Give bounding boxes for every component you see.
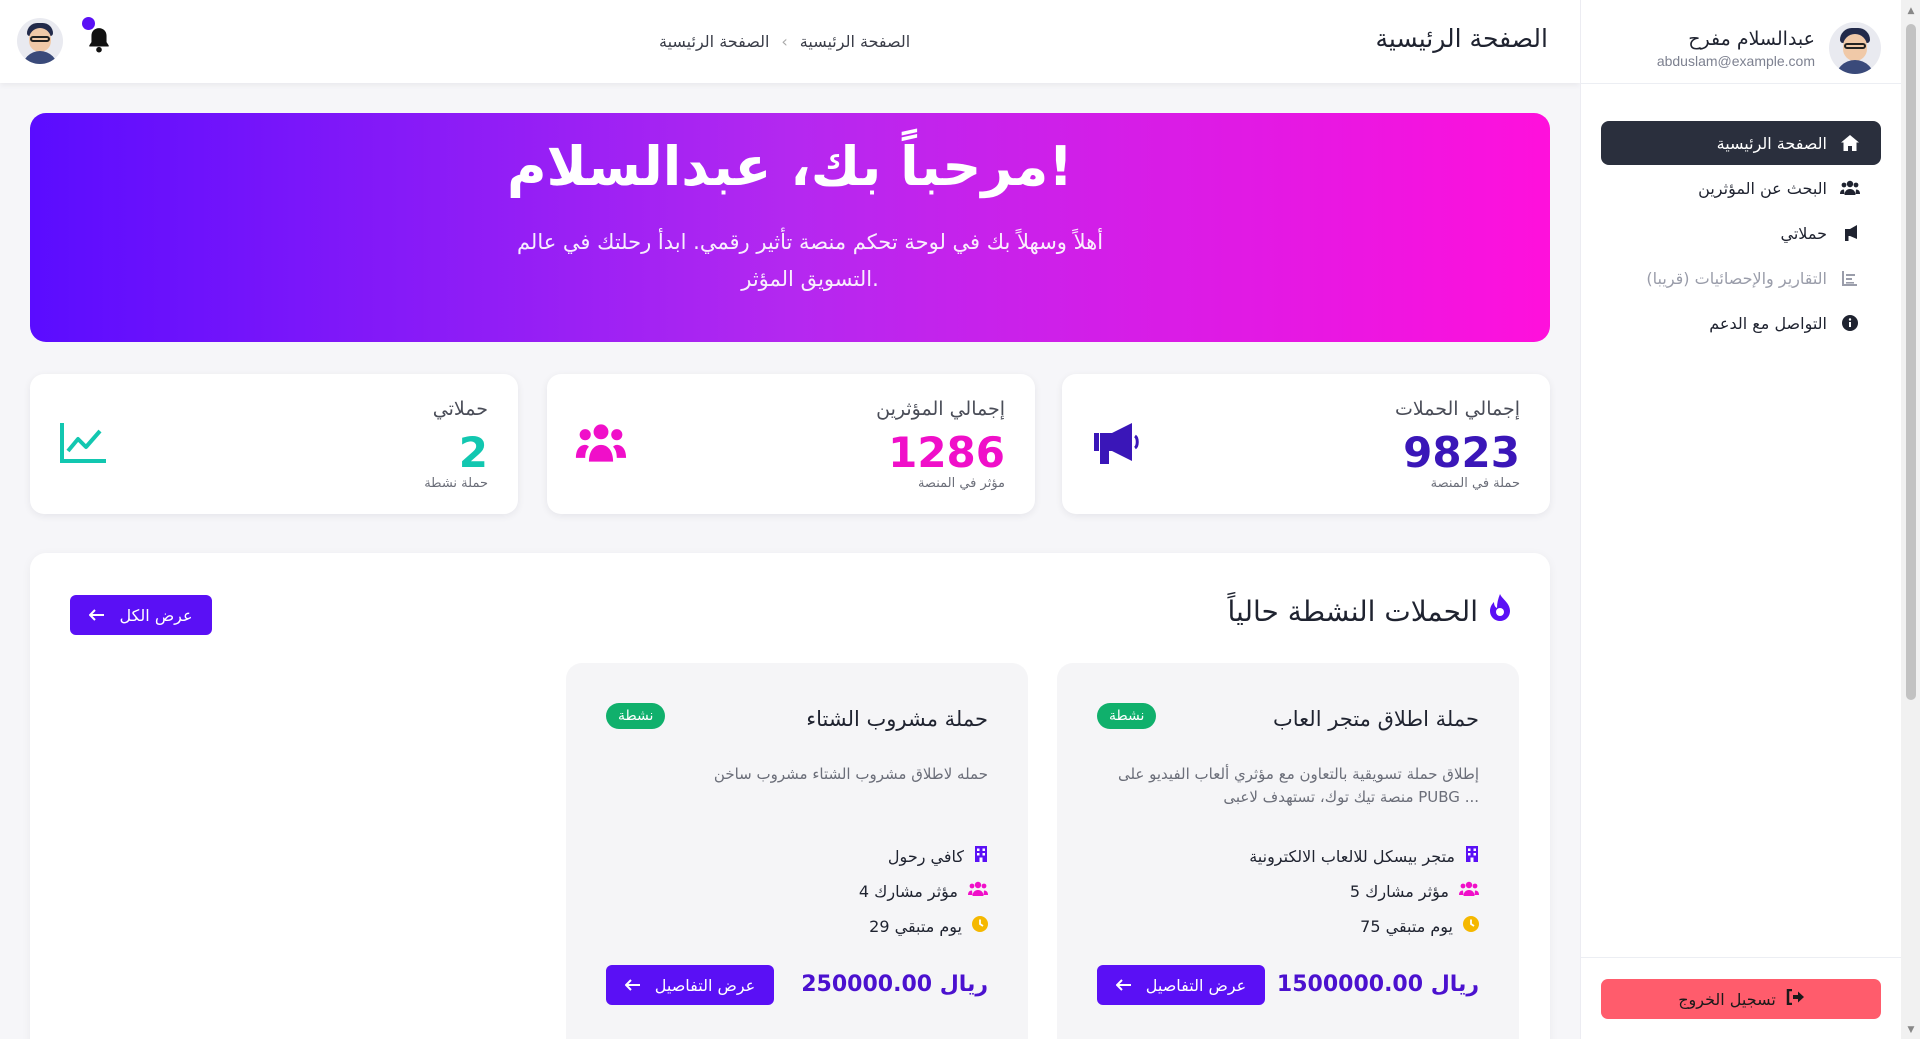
welcome-banner: مرحباً بك، عبدالسلام! أهلاً وسهلاً بك في… [30, 113, 1550, 342]
stat-label: إجمالي المؤثرين [876, 398, 1005, 420]
campaign-card[interactable]: حملة اطلاق متجر العاب نشطة إطلاق حملة تس… [1057, 663, 1519, 1039]
welcome-title: مرحباً بك، عبدالسلام! [506, 135, 1073, 198]
user-name: عبدالسلام مفرح [1688, 27, 1815, 50]
megaphone-icon [1839, 222, 1861, 244]
home-icon [1839, 132, 1861, 154]
stat-value: 1286 [888, 428, 1005, 477]
scroll-thumb[interactable] [1906, 24, 1916, 700]
stat-value: 2 [458, 428, 488, 477]
campaign-title: حملة اطلاق متجر العاب [1273, 707, 1479, 731]
bell-icon[interactable] [86, 26, 112, 54]
arrow-left-icon [624, 976, 641, 995]
sidebar-nav: الصفحة الرئيسية البحث عن المؤثرين حملاتي… [1601, 121, 1881, 346]
megaphone-icon [1094, 423, 1139, 464]
sidebar: عبدالسلام مفرح abduslam@example.com الصف… [1580, 0, 1901, 1039]
view-details-button[interactable]: عرض التفاصيل [1097, 965, 1265, 1005]
logout-button[interactable]: تسجيل الخروج [1601, 979, 1881, 1019]
line-chart-icon [60, 423, 106, 463]
campaign-description: حمله لاطلاق مشروب الشتاء مشروب ساخن [713, 765, 988, 783]
logout-label: تسجيل الخروج [1678, 989, 1776, 1009]
clock-icon [1463, 916, 1479, 936]
campaign-days-left: 75 يوم متبقي [1360, 916, 1479, 936]
stat-card-my-campaigns: حملاتي 2 حملة نشطة [30, 374, 518, 514]
chart-icon [1839, 267, 1861, 289]
campaign-brand: كافي رحول [888, 846, 988, 866]
breadcrumb-item: الصفحة الرئيسية [659, 32, 770, 51]
stat-sub: مؤثر في المنصة [917, 476, 1005, 491]
avatar [1829, 22, 1881, 74]
sidebar-item-label: التقارير والإحصائيات (قريبا) [1646, 268, 1827, 288]
logout-icon [1786, 988, 1804, 1009]
stat-sub: حملة نشطة [424, 476, 488, 491]
arrow-left-icon [1115, 976, 1132, 995]
campaign-influencers: 5 مؤثر مشارك [1350, 881, 1479, 901]
sidebar-item-label: حملاتي [1780, 223, 1827, 243]
scroll-up-icon[interactable]: ▲ [1906, 6, 1916, 16]
stat-card-total-campaigns: إجمالي الحملات 9823 حملة في المنصة [1062, 374, 1550, 514]
page-title: الصفحة الرئيسية [1375, 24, 1549, 53]
clock-icon [972, 916, 988, 936]
fire-icon [1488, 594, 1512, 629]
users-icon [968, 881, 988, 901]
user-email: abduslam@example.com [1656, 52, 1815, 69]
scroll-down-icon[interactable]: ▼ [1906, 1025, 1916, 1035]
breadcrumb: الصفحة الرئيسية ‹ الصفحة الرئيسية [659, 32, 910, 51]
view-all-button[interactable]: عرض الكل [70, 595, 212, 635]
campaign-card[interactable]: حملة مشروب الشتاء نشطة حمله لاطلاق مشروب… [566, 663, 1028, 1039]
building-icon [1465, 846, 1479, 866]
dashboard-page: الصفحة الرئيسية الصفحة الرئيسية ‹ الصفحة… [0, 0, 1920, 1039]
stat-label: حملاتي [432, 398, 488, 420]
campaign-days-left: 29 يوم متبقي [869, 916, 988, 936]
divider [1581, 957, 1901, 958]
sidebar-item-find-influencers[interactable]: البحث عن المؤثرين [1601, 166, 1881, 210]
page-scrollbar[interactable]: ▲ ▼ [1901, 0, 1920, 1039]
breadcrumb-item[interactable]: الصفحة الرئيسية [800, 32, 910, 51]
campaign-budget: 250000.00 ريال [801, 972, 988, 997]
users-icon [1839, 177, 1861, 199]
sidebar-item-support[interactable]: التواصل مع الدعم [1601, 301, 1881, 345]
campaign-description: إطلاق حملة تسويقية بالتعاون مع مؤثري ألع… [1117, 765, 1479, 806]
campaign-brand: متجر بيسكل للالعاب الالكترونية [1249, 846, 1479, 866]
welcome-subtitle: أهلاً وسهلاً بك في لوحة تحكم منصة تأثير … [516, 230, 1104, 291]
users-icon [1459, 881, 1479, 901]
sidebar-item-label: البحث عن المؤثرين [1698, 178, 1827, 198]
users-icon [575, 424, 627, 462]
view-details-button[interactable]: عرض التفاصيل [606, 965, 774, 1005]
avatar[interactable] [17, 18, 63, 64]
sidebar-item-my-campaigns[interactable]: حملاتي [1601, 211, 1881, 255]
sidebar-item-home[interactable]: الصفحة الرئيسية [1601, 121, 1881, 165]
campaign-budget: 1500000.00 ريال [1276, 972, 1479, 997]
status-badge: نشطة [1097, 703, 1157, 729]
stat-label: إجمالي الحملات [1394, 398, 1520, 420]
stat-sub: حملة في المنصة [1430, 476, 1520, 491]
chevron-left-icon: ‹ [781, 32, 788, 51]
active-campaigns-section: الحملات النشطة حالياً عرض الكل حملة اطلا… [30, 553, 1550, 1039]
divider [1581, 83, 1901, 84]
sidebar-item-label: الصفحة الرئيسية [1716, 133, 1827, 153]
section-title: الحملات النشطة حالياً [1227, 594, 1512, 629]
sidebar-user: عبدالسلام مفرح abduslam@example.com [1657, 22, 1881, 74]
top-bar: الصفحة الرئيسية الصفحة الرئيسية ‹ الصفحة… [0, 0, 1580, 83]
building-icon [974, 846, 988, 866]
arrow-left-icon [89, 606, 105, 625]
status-badge: نشطة [606, 703, 666, 729]
campaign-influencers: 4 مؤثر مشارك [859, 881, 988, 901]
info-icon [1839, 312, 1861, 334]
campaign-title: حملة مشروب الشتاء [806, 707, 988, 731]
sidebar-item-reports[interactable]: التقارير والإحصائيات (قريبا) [1601, 256, 1881, 300]
stat-value: 9823 [1403, 428, 1520, 477]
stat-card-total-influencers: إجمالي المؤثرين 1286 مؤثر في المنصة [547, 374, 1035, 514]
sidebar-item-label: التواصل مع الدعم [1709, 313, 1827, 333]
